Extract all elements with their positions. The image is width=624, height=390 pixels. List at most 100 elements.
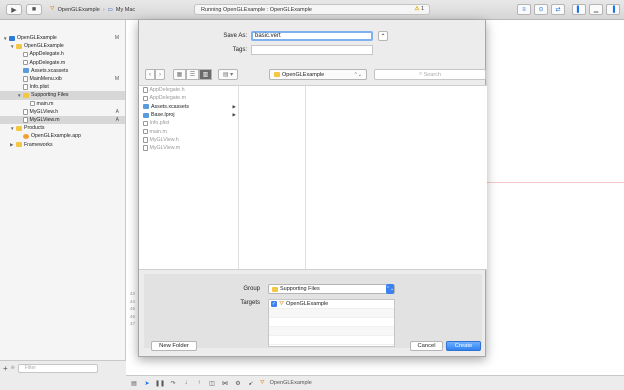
navigator-item[interactable]: ▼ OpenGLExample	[0, 42, 125, 50]
chevron-right-icon: ▶	[232, 103, 236, 109]
navigator-item[interactable]: Assets.xcassets	[0, 67, 125, 75]
view-hierarchy-icon[interactable]: ◫	[208, 379, 216, 387]
expand-sheet-button[interactable]: ⌃	[378, 31, 388, 41]
step-in-icon[interactable]: ↓	[182, 379, 190, 387]
file-name: Info.plist	[149, 120, 170, 127]
file-icon	[23, 117, 28, 123]
create-button[interactable]: Create	[446, 341, 481, 351]
file-icon	[143, 120, 148, 127]
computer-icon: ▭	[107, 6, 113, 13]
file-browser-columns: AppDelegate.h AppDelegate.m Assets.xcasset…	[139, 85, 487, 270]
toggle-utilities-button[interactable]: ▐	[606, 4, 620, 15]
play-icon: ▶	[11, 6, 17, 14]
navigator-item[interactable]: AppDelegate.h	[0, 50, 125, 58]
file-browser-item[interactable]: Base.lproj ▶	[139, 111, 238, 119]
warning-indicator[interactable]: ⚠ 1	[414, 6, 424, 12]
navigator-item[interactable]: MyGLView.m A	[0, 115, 125, 125]
run-button[interactable]: ▶	[6, 4, 22, 15]
toolbar-right-group: ≡ ⊙ ⇄ ▌ ▁ ▐	[517, 4, 620, 15]
scm-status-badge: M	[114, 76, 119, 83]
file-browser-item[interactable]: MyGLView.h	[139, 136, 238, 144]
file-icon	[143, 145, 148, 151]
debug-target-label: OpenGLExample	[269, 380, 312, 386]
version-editor-button[interactable]: ⇄	[551, 4, 565, 15]
activity-viewer: Running OpenGLExample : OpenGLExample ⚠ …	[194, 4, 430, 15]
navigator-item-label: Assets.xcassets	[31, 67, 69, 74]
group-value: Supporting Files	[280, 286, 320, 292]
location-icon[interactable]: ➹	[247, 379, 255, 387]
toggle-debug-button[interactable]: ▁	[589, 4, 603, 15]
navigator-item-label: AppDelegate.h	[29, 51, 64, 58]
standard-editor-button[interactable]: ≡	[517, 4, 531, 15]
column-view-button[interactable]: ▥	[199, 69, 212, 80]
navigator-item[interactable]: ▼ Supporting Files	[0, 91, 125, 100]
file-column[interactable]: AppDelegate.h AppDelegate.m Assets.xcasset…	[139, 86, 239, 269]
empty-column[interactable]	[239, 86, 306, 269]
navigator-item-label: Info.plist	[29, 84, 49, 91]
navigator-item[interactable]: MyGLView.h A	[0, 108, 125, 116]
pause-icon[interactable]: ❚❚	[155, 379, 165, 387]
file-name: AppDelegate.m	[149, 95, 187, 102]
navigator-filter-bar: + ⊜ Filter	[0, 360, 126, 375]
navigator-item[interactable]: ▶ Frameworks	[0, 140, 125, 148]
breakpoints-toggle-icon[interactable]: ➤	[143, 379, 151, 387]
new-folder-button[interactable]: New Folder	[151, 341, 197, 351]
chevron-left-icon: ‹	[149, 71, 151, 78]
step-out-icon[interactable]: ↑	[195, 379, 203, 387]
list-view-button[interactable]: ☰	[186, 69, 199, 80]
file-icon	[23, 76, 28, 82]
save-as-field[interactable]: basic.vert	[251, 31, 373, 41]
file-icon	[23, 51, 28, 58]
navigator-item[interactable]: ▼ Products	[0, 124, 125, 132]
navigator-item[interactable]: main.m	[0, 100, 125, 108]
lines-icon: ≡	[522, 6, 526, 13]
search-field[interactable]: ⌕ Search	[374, 69, 486, 80]
project-icon	[9, 35, 15, 41]
environment-icon[interactable]: ⚙	[234, 379, 242, 387]
file-browser-item[interactable]: main.m	[139, 127, 238, 135]
debug-bar: ▤ ➤ ❚❚ ↷ ↓ ↑ ◫ ⋈ ⚙ ➹ ⛛ OpenGLExample	[126, 375, 624, 390]
file-browser-item[interactable]: Assets.xcassets ▶	[139, 103, 238, 111]
navigator-item[interactable]: Info.plist	[0, 83, 125, 91]
arrange-button[interactable]: ▤ ▾	[218, 69, 238, 80]
icon-view-button[interactable]: ▦	[173, 69, 186, 80]
empty-target-row	[269, 327, 394, 336]
hide-debug-area-icon[interactable]: ▤	[130, 379, 138, 387]
filter-input[interactable]: Filter	[17, 363, 98, 373]
file-browser-item[interactable]: MyGLView.m	[139, 144, 238, 152]
line-number: 46	[130, 313, 136, 319]
file-browser-item[interactable]: Info.plist	[139, 119, 238, 127]
folder-icon	[16, 125, 22, 131]
file-icon	[30, 100, 35, 107]
navigator-item[interactable]: OpenGLExample.app	[0, 132, 125, 140]
cancel-button[interactable]: Cancel	[410, 341, 443, 351]
back-button[interactable]: ‹	[145, 69, 155, 80]
assistant-editor-button[interactable]: ⊙	[534, 4, 548, 15]
navigator-item[interactable]: ▼ OpenGLExample M	[0, 34, 125, 42]
scheme-selector[interactable]: ⛛ OpenGLExample › ▭ My Mac	[50, 4, 135, 15]
left-panel-icon: ▌	[576, 6, 582, 13]
tags-label: Tags:	[232, 47, 247, 53]
forward-button[interactable]: ›	[155, 69, 165, 80]
stop-icon: ■	[31, 6, 37, 13]
empty-target-row	[269, 318, 394, 327]
target-checkbox[interactable]: ✓	[271, 301, 277, 307]
navigator-item-label: Supporting Files	[31, 92, 69, 99]
navigator-list: ▼ OpenGLExample M ▼ OpenGLExample AppDelegate…	[0, 20, 125, 149]
stop-button[interactable]: ■	[26, 4, 42, 15]
empty-target-row	[269, 309, 394, 318]
line-number: 43	[130, 291, 136, 296]
group-popup[interactable]: Supporting Files ⌃⌄	[268, 284, 395, 294]
add-icon[interactable]: +	[3, 364, 8, 373]
memory-graph-icon[interactable]: ⋈	[221, 379, 229, 387]
navigator-item[interactable]: AppDelegate.m	[0, 59, 125, 67]
file-browser-item[interactable]: AppDelegate.h	[139, 86, 238, 94]
file-browser-item[interactable]: AppDelegate.m	[139, 94, 238, 102]
toggle-navigator-button[interactable]: ▌	[572, 4, 586, 15]
navigator-item[interactable]: MainMenu.xib M	[0, 75, 125, 83]
step-over-icon[interactable]: ↷	[169, 379, 177, 387]
folder-icon	[274, 72, 280, 77]
location-popup[interactable]: OpenGLExample ⌃⌄	[269, 69, 367, 80]
tags-field[interactable]	[251, 45, 373, 55]
add-file-options: Group Supporting Files ⌃⌄ Targets ✓ ⛛ Open…	[144, 274, 482, 348]
